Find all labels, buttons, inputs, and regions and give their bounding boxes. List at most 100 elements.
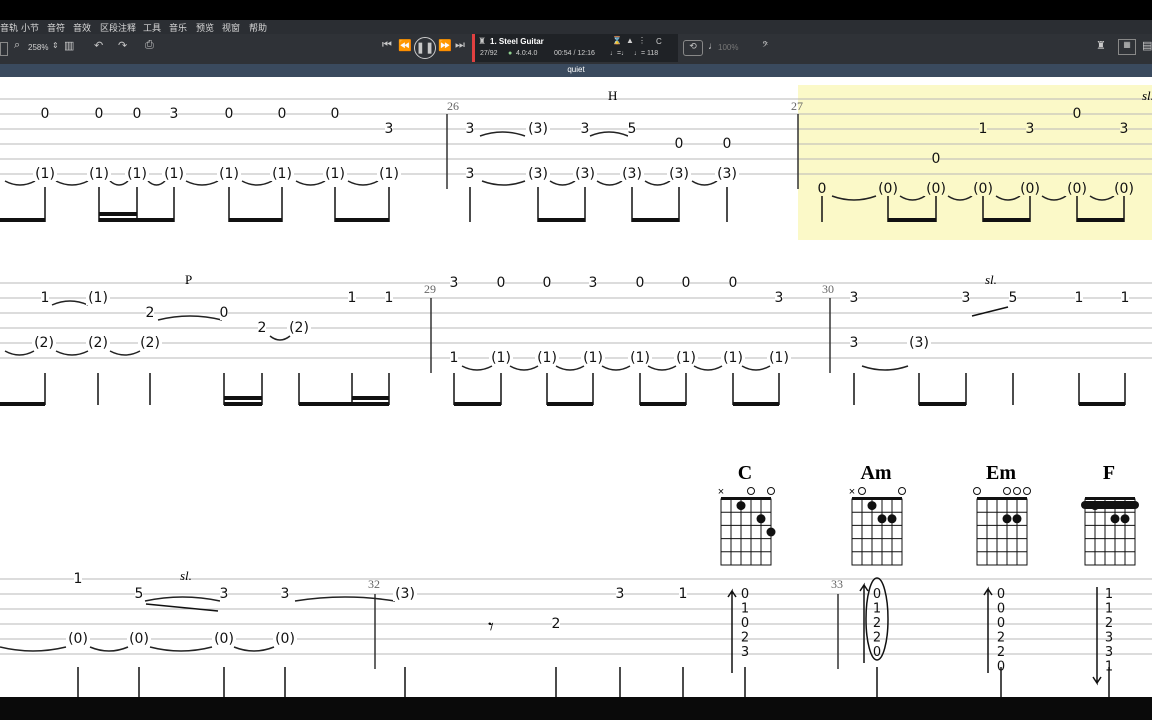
chord-fret-number[interactable]: 3 (741, 645, 749, 660)
menu-note[interactable]: 音符 (47, 21, 65, 34)
fret-number[interactable]: (1) (35, 166, 55, 182)
menu-effects[interactable]: 音效 (73, 21, 91, 34)
fret-number[interactable]: (3) (528, 166, 548, 182)
rewind-icon[interactable]: ⏪ (398, 39, 412, 52)
panel-toggle-button[interactable] (0, 42, 8, 56)
fret-number[interactable]: (1) (769, 350, 789, 366)
fret-number[interactable]: (3) (717, 166, 737, 182)
chord-fret-number[interactable]: 1 (873, 602, 881, 617)
undo-icon[interactable]: ↶ (94, 39, 103, 52)
fret-number[interactable]: 0 (278, 106, 287, 122)
guitar-view-icon[interactable]: ♜ (1096, 39, 1106, 52)
fret-number[interactable]: (3) (909, 335, 929, 351)
zoom-level[interactable]: 258% (28, 43, 48, 52)
chord-fret-number[interactable]: 0 (873, 587, 881, 602)
more-icon[interactable]: ⋮ (638, 36, 646, 45)
chord-fret-number[interactable]: 2 (997, 631, 1005, 646)
chord-fret-number[interactable]: 3 (1105, 631, 1113, 646)
metronome-icon[interactable]: ▲ (626, 36, 634, 45)
tablature-score[interactable]: 0 0 0 3 0 0 0 3 (1) (1) (1) (1) (1) (1) (1) (1) 3 (3) 3 5 0 0… (0, 77, 1152, 697)
chord-fret-number[interactable]: 1 (1105, 660, 1113, 675)
fretboard-view-icon[interactable]: ▤ (1142, 39, 1152, 52)
first-bar-icon[interactable]: ⏮ (382, 39, 392, 52)
fret-number[interactable]: 3 (170, 106, 179, 122)
fret-number[interactable]: (0) (1020, 181, 1040, 197)
chord-fret-number[interactable]: 0 (873, 645, 881, 660)
fret-number[interactable]: 3 (962, 290, 971, 306)
fret-number[interactable]: (3) (575, 166, 595, 182)
fret-number[interactable]: 1 (74, 571, 83, 587)
chord-fret-number[interactable]: 0 (997, 602, 1005, 617)
chord-fret-number[interactable]: 3 (1105, 645, 1113, 660)
fret-number[interactable]: (0) (68, 631, 88, 647)
fret-number[interactable]: 0 (220, 305, 229, 321)
fret-number[interactable]: 1 (450, 350, 459, 366)
fret-number[interactable]: (1) (537, 350, 557, 366)
fret-number[interactable]: (3) (622, 166, 642, 182)
fret-number[interactable]: 0 (331, 106, 340, 122)
fret-number[interactable]: (0) (129, 631, 149, 647)
keyboard-view-icon[interactable]: ▦ (1118, 39, 1136, 55)
fret-number[interactable]: (1) (164, 166, 184, 182)
chord-fret-number[interactable]: 1 (1105, 587, 1113, 602)
fret-number[interactable]: 0 (729, 275, 738, 291)
fret-number[interactable]: 3 (1026, 121, 1035, 137)
fret-number[interactable]: 3 (850, 290, 859, 306)
fret-number[interactable]: 3 (281, 586, 290, 602)
fret-number[interactable]: (1) (379, 166, 399, 182)
fret-number[interactable]: (3) (669, 166, 689, 182)
fret-number[interactable]: 3 (450, 275, 459, 291)
fret-number[interactable]: 2 (258, 320, 267, 336)
fret-number[interactable]: (1) (89, 166, 109, 182)
fret-number[interactable]: (0) (926, 181, 946, 197)
fret-number[interactable]: 3 (220, 586, 229, 602)
fret-number[interactable]: 1 (385, 290, 394, 306)
track-name[interactable]: 1. Steel Guitar (490, 37, 544, 46)
fret-number[interactable]: (1) (630, 350, 650, 366)
fret-number[interactable]: (3) (528, 121, 548, 137)
fret-number[interactable]: 0 (543, 275, 552, 291)
menu-help[interactable]: 帮助 (249, 21, 267, 34)
pause-icon[interactable]: ❚❚ (414, 37, 436, 59)
fret-number[interactable]: 0 (675, 136, 684, 152)
fret-number[interactable]: 2 (552, 616, 561, 632)
fret-number[interactable]: 3 (589, 275, 598, 291)
fret-number[interactable]: 0 (95, 106, 104, 122)
fret-number[interactable]: 0 (818, 181, 827, 197)
fret-number[interactable]: (1) (127, 166, 147, 182)
fret-number[interactable]: (2) (140, 335, 160, 351)
fret-number[interactable]: 1 (348, 290, 357, 306)
fret-number[interactable]: 3 (466, 121, 475, 137)
fret-number[interactable]: (0) (1114, 181, 1134, 197)
fret-number[interactable]: (1) (219, 166, 239, 182)
fret-number[interactable]: 0 (225, 106, 234, 122)
fret-number[interactable]: 5 (135, 586, 144, 602)
fret-number[interactable]: 0 (1073, 106, 1082, 122)
redo-icon[interactable]: ↷ (118, 39, 127, 52)
fret-number[interactable]: (0) (275, 631, 295, 647)
fret-number[interactable]: (1) (583, 350, 603, 366)
chord-fret-number[interactable]: 1 (741, 602, 749, 617)
menu-tools[interactable]: 工具 (143, 21, 161, 34)
fret-number[interactable]: 0 (682, 275, 691, 291)
zoom-icon[interactable]: ⌕ (14, 39, 20, 52)
fret-number[interactable]: 3 (581, 121, 590, 137)
fret-number[interactable]: 0 (133, 106, 142, 122)
fret-number[interactable]: 0 (41, 106, 50, 122)
fret-number[interactable]: (0) (214, 631, 234, 647)
chord-fret-number[interactable]: 1 (1105, 602, 1113, 617)
fret-number[interactable]: 0 (932, 151, 941, 167)
fret-number[interactable]: 3 (850, 335, 859, 351)
fret-number[interactable]: (2) (88, 335, 108, 351)
tuner-icon[interactable]: 𝄢 (762, 41, 768, 52)
fret-number[interactable]: 0 (497, 275, 506, 291)
fret-number[interactable]: 3 (385, 121, 394, 137)
fret-number[interactable]: (3) (395, 586, 415, 602)
fret-number[interactable]: (1) (723, 350, 743, 366)
chord-fret-number[interactable]: 2 (873, 631, 881, 646)
hourglass-icon[interactable]: ⌛ (612, 36, 622, 45)
fret-number[interactable]: 1 (41, 290, 50, 306)
playback-speed[interactable]: 100% (718, 43, 738, 52)
menu-preview[interactable]: 预览 (196, 21, 214, 34)
chord-fret-number[interactable]: 2 (741, 631, 749, 646)
